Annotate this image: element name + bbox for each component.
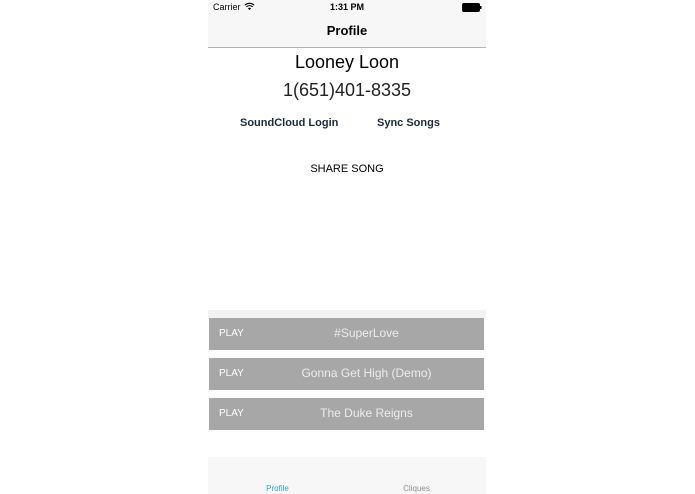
page-title: Profile [326, 23, 368, 38]
profile-phone: 1(651)401-8335 [282, 80, 412, 100]
tab-bar: Profile Cliques [208, 457, 486, 494]
phone-screen: Carrier 1:31 PM Profile Looney Loon 1(65… [208, 0, 486, 494]
song-title: Gonna Get High (Demo) [301, 366, 432, 380]
song-list-header [208, 310, 486, 318]
profile-name: Looney Loon [294, 52, 400, 72]
song-row: PLAY #SuperLove [209, 318, 484, 350]
navigation-bar: Profile [208, 16, 486, 48]
song-row: PLAY The Duke Reigns [209, 398, 484, 430]
play-button[interactable]: PLAY [219, 408, 244, 419]
song-row: PLAY Gonna Get High (Demo) [209, 358, 484, 390]
tab-cliques-label: Cliques [403, 484, 430, 493]
share-song-button[interactable]: SHARE SONG [208, 162, 486, 176]
tab-profile-label: Profile [266, 484, 289, 493]
sync-songs-button[interactable]: Sync Songs [377, 117, 440, 129]
play-button[interactable]: PLAY [219, 328, 244, 339]
play-button[interactable]: PLAY [219, 368, 244, 379]
status-time: 1:31 PM [329, 2, 364, 12]
tab-cliques[interactable]: Cliques [347, 457, 486, 494]
soundcloud-login-button[interactable]: SoundCloud Login [240, 117, 338, 129]
battery-icon [462, 3, 482, 12]
tab-profile[interactable]: Profile [208, 457, 347, 494]
status-bar: Carrier 1:31 PM [208, 0, 486, 16]
song-title: The Duke Reigns [320, 406, 413, 420]
song-title: #SuperLove [334, 326, 399, 340]
